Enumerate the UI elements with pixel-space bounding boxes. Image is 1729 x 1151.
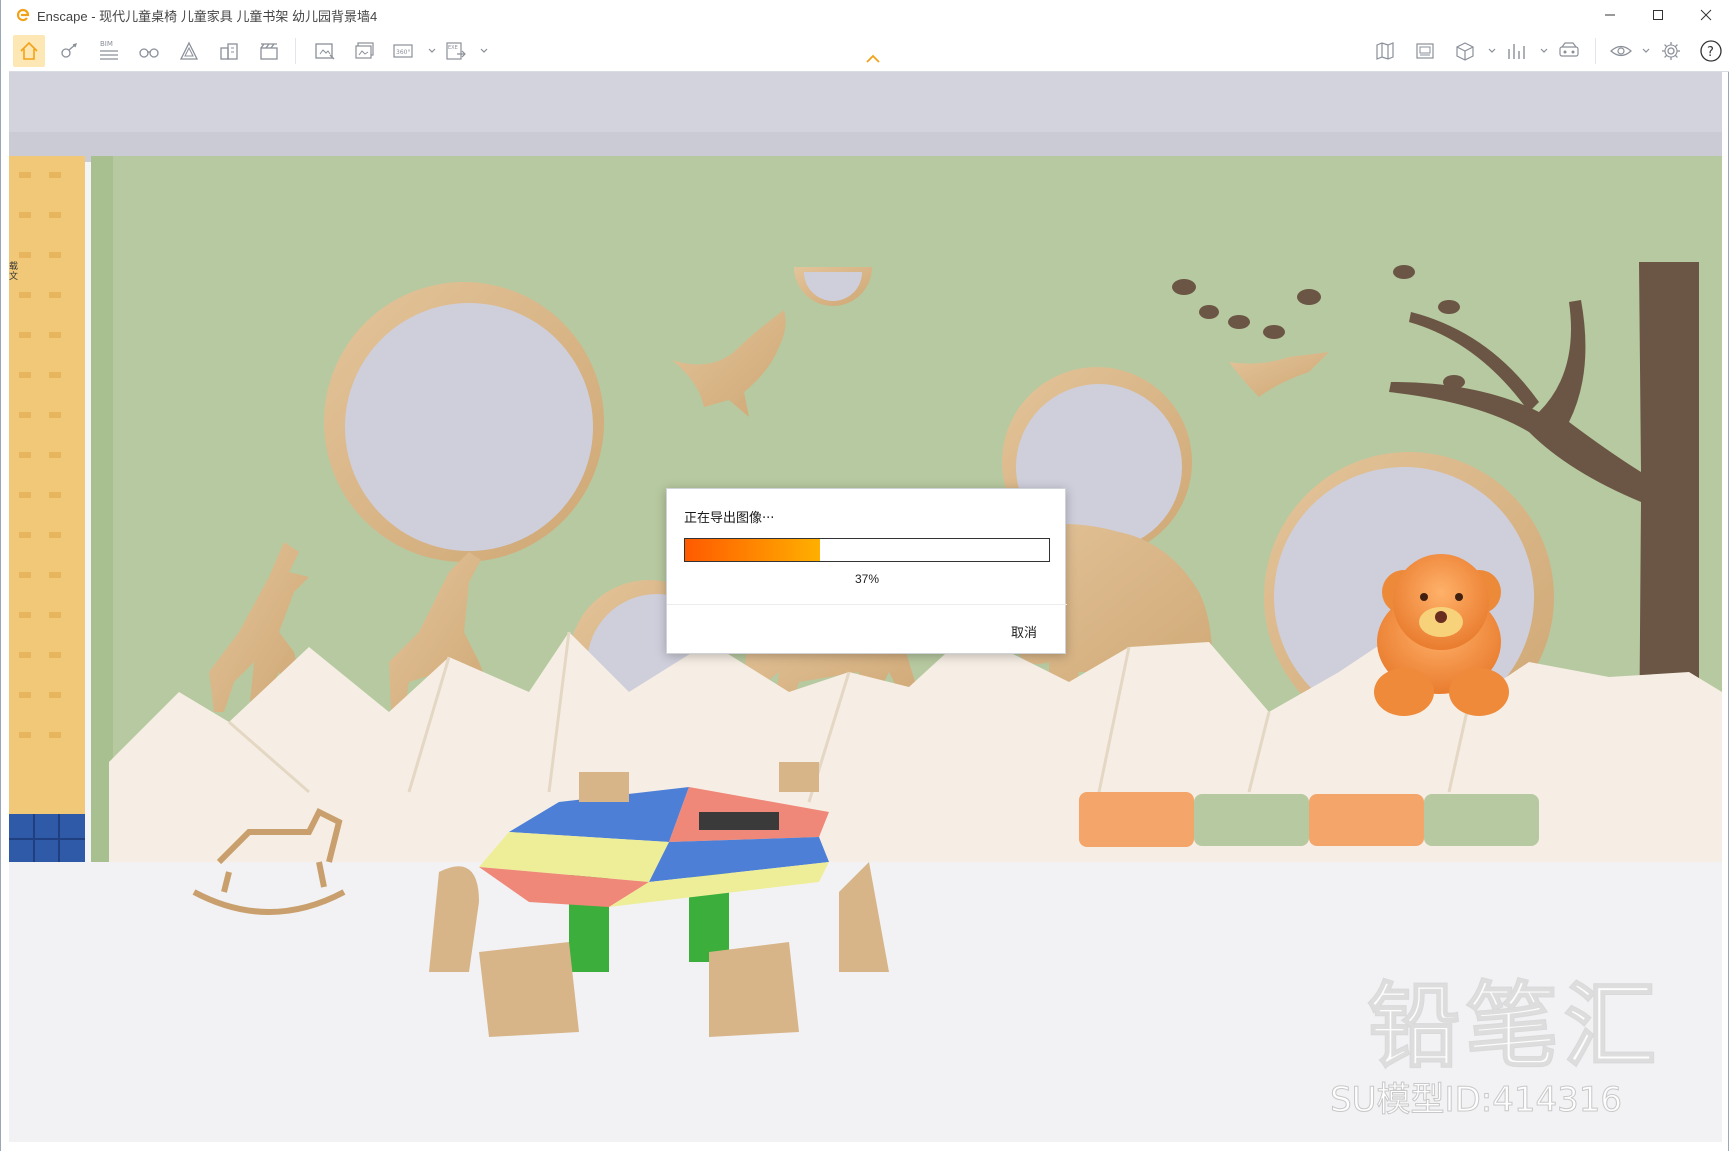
exe-export-icon: EXE <box>446 42 466 60</box>
watermark-brand: 铅笔汇 <box>1367 972 1662 1081</box>
progress-bar-fill <box>685 539 820 561</box>
chevron-down-icon[interactable] <box>427 46 437 56</box>
asset-cube-icon <box>1456 42 1474 61</box>
dialog-divider <box>667 604 1067 605</box>
close-button[interactable] <box>1682 0 1729 30</box>
svg-text:EXE: EXE <box>448 45 458 51</box>
svg-text:360°: 360° <box>396 49 410 56</box>
batch-render-button[interactable] <box>349 35 381 67</box>
close-icon <box>1700 9 1712 21</box>
home-button[interactable] <box>13 35 45 67</box>
minimize-icon <box>1605 14 1615 16</box>
exe-export-button[interactable]: EXE <box>441 35 473 67</box>
ottoman <box>1309 794 1424 846</box>
screenshot-icon <box>315 43 335 60</box>
screenshot-button[interactable] <box>309 35 341 67</box>
help-button[interactable]: ? <box>1695 35 1727 67</box>
batch-render-icon <box>355 42 374 59</box>
toolbar-separator <box>1595 38 1596 64</box>
lego-column <box>9 156 85 896</box>
watermark-model-id: SU模型ID:414316 <box>1330 1080 1623 1121</box>
collapse-toolbar-icon[interactable] <box>865 54 881 64</box>
video-editor-button[interactable] <box>253 35 285 67</box>
progress-bar <box>684 538 1050 562</box>
bim-icon: BIM <box>100 40 118 60</box>
chevron-down-icon[interactable] <box>1641 46 1651 56</box>
enscape-window: Enscape - 现代儿童桌椅 儿童家具 儿童书架 幼儿园背景墙4 BIM 3… <box>0 0 1729 1151</box>
view-settings-button[interactable] <box>1605 35 1637 67</box>
view-eye-icon <box>1610 45 1632 57</box>
ottoman <box>1079 792 1194 847</box>
help-icon: ? <box>1700 40 1722 62</box>
views-button[interactable] <box>133 35 165 67</box>
walk-mode-button[interactable] <box>53 35 85 67</box>
perspective-button[interactable] <box>173 35 205 67</box>
svg-text:?: ? <box>1707 45 1714 60</box>
dialog-title: 正在导出图像··· <box>684 511 775 526</box>
main-toolbar: BIM 360° EXE ? <box>9 30 1729 72</box>
panorama-icon: 360° <box>393 44 413 58</box>
panorama-button[interactable]: 360° <box>389 35 421 67</box>
vr-headset-button[interactable] <box>1553 35 1585 67</box>
chevron-down-icon[interactable] <box>1539 46 1549 56</box>
export-progress-dialog: 正在导出图像··· 37% 取消 <box>666 488 1067 654</box>
building-icon <box>220 43 238 60</box>
vr-headset-icon <box>1559 42 1579 57</box>
orthographic-button[interactable] <box>213 35 245 67</box>
minimize-button[interactable] <box>1586 0 1634 30</box>
bim-button[interactable]: BIM <box>93 35 125 67</box>
ottoman <box>1194 794 1309 846</box>
perspective-icon <box>179 41 199 60</box>
gallery-icon <box>1416 43 1434 59</box>
teddy-bear <box>1374 554 1509 716</box>
map-button[interactable] <box>1369 35 1401 67</box>
ottoman <box>1424 794 1539 846</box>
stats-button[interactable] <box>1501 35 1533 67</box>
stats-icon <box>1508 44 1525 59</box>
clapper-icon <box>260 43 278 60</box>
enscape-logo-icon <box>15 7 31 23</box>
maximize-button[interactable] <box>1634 0 1682 30</box>
settings-button[interactable] <box>1655 35 1687 67</box>
progress-percent-text: 37% <box>854 572 880 586</box>
toolbar-separator <box>295 38 296 64</box>
cancel-button[interactable]: 取消 <box>1011 622 1037 641</box>
asset-library-button[interactable] <box>1449 35 1481 67</box>
settings-gear-icon <box>1662 42 1680 60</box>
chevron-down-icon[interactable] <box>1487 46 1497 56</box>
chevron-down-icon[interactable] <box>479 46 489 56</box>
binoculars-icon <box>139 48 159 58</box>
title-bar: Enscape - 现代儿童桌椅 儿童家具 儿童书架 幼儿园背景墙4 <box>9 0 1729 30</box>
eye-pan-icon <box>61 42 78 58</box>
window-title: Enscape - 现代儿童桌椅 儿童家具 儿童书架 幼儿园背景墙4 <box>37 8 378 24</box>
map-icon <box>1376 42 1394 60</box>
window-controls <box>1586 0 1729 30</box>
home-icon <box>20 41 38 60</box>
gallery-button[interactable] <box>1409 35 1441 67</box>
svg-text:BIM: BIM <box>100 40 113 48</box>
sidebar-stub: 载 文 <box>9 262 19 282</box>
maximize-icon <box>1653 10 1663 20</box>
